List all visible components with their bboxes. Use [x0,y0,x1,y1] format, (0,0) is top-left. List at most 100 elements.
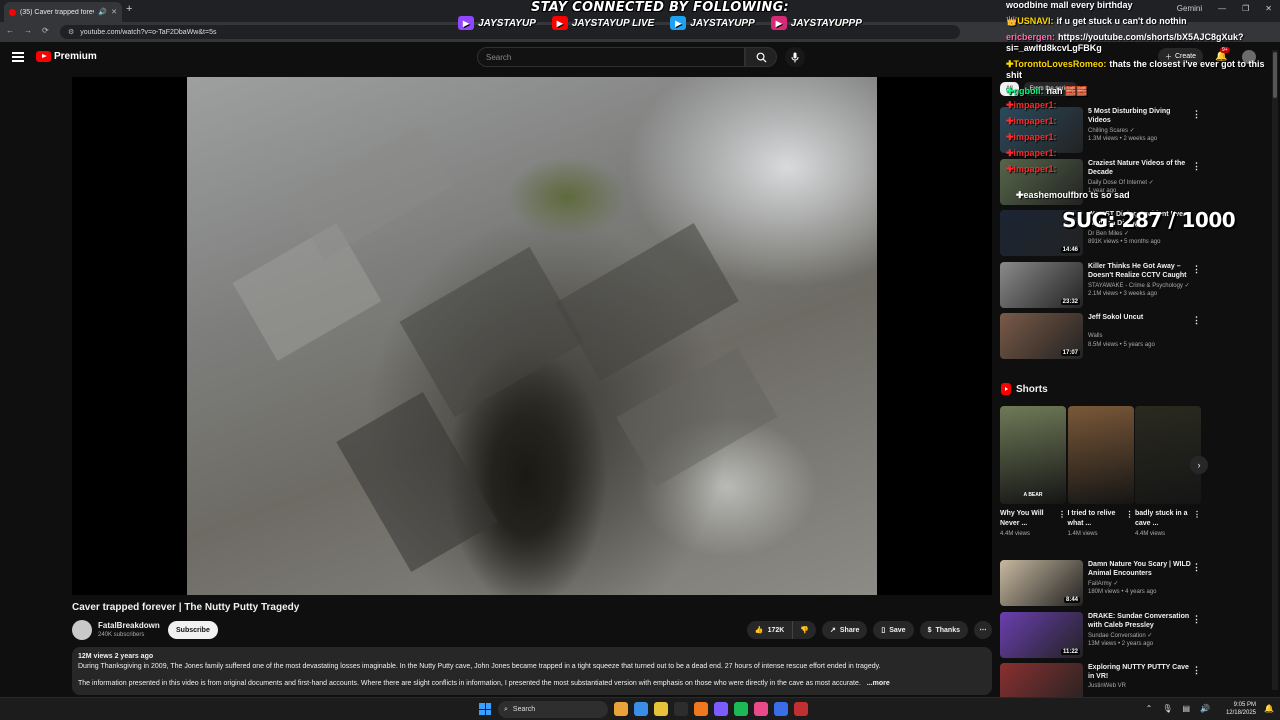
recommended-video[interactable]: 11:22 DRAKE: Sundae Conversation with Cal… [1000,611,1205,658]
short-item[interactable]: badly stuck in a cave ... 4.4M views ⋮ [1135,406,1201,537]
short-title[interactable]: badly stuck in a cave ... [1135,509,1189,529]
recommended-video[interactable]: 17:07 Jeff Sokol Uncut Walls 8.5M views • 5… [1000,313,1205,359]
taskbar-apps [614,702,808,716]
chat-impaper-block: ✚impaper1: ✚impaper1: ✚impaper1: ✚impaper1:… [1006,100,1274,175]
channel-name[interactable]: FatalBreakdown [98,621,160,630]
subscribe-button[interactable]: Subscribe [168,621,218,639]
close-tab-icon[interactable]: ✕ [111,8,117,16]
taskbar-app-icon[interactable] [714,702,728,716]
video-thumbnail[interactable]: 17:07 [1000,313,1083,359]
speaker-icon[interactable]: 🔊 [98,8,107,16]
taskbar-app-icon[interactable] [734,702,748,716]
taskbar-search-input[interactable]: ⌕ Search [498,701,608,718]
chat-username: ✚TorontoLovesRomeo: [1006,59,1107,69]
instagram-icon: ▶ [770,16,787,30]
recommended-channel[interactable]: Walls [1088,333,1102,339]
social-handle: ▶ JAYSTAYUP LIVE [551,16,654,30]
chat-message: ✚ggboii: nah 🧱🧱 [1006,86,1274,97]
recommended-video[interactable]: 8:44 Damn Nature You Scary | WILD Animal … [1000,560,1205,606]
thanks-button[interactable]: $ Thanks [919,621,968,639]
show-more-link[interactable]: ...more [867,680,890,687]
thumbs-up-icon: 👍 [754,627,764,634]
recommended-title[interactable]: DRAKE: Sundae Conversation with Caleb Pr… [1088,612,1193,630]
description-box[interactable]: 12M views 2 years ago During Thanksgivin… [72,647,992,695]
short-caption: A BEAR [1023,492,1043,498]
short-thumbnail[interactable]: A BEAR [1000,406,1066,504]
voice-search-button[interactable] [785,47,805,67]
site-info-icon[interactable]: ⚙ [68,28,74,36]
back-icon[interactable]: ← [6,26,14,35]
more-actions-button[interactable]: ⋯ [974,621,992,639]
recommended-channel[interactable]: Sundae Conversation ✓ [1088,632,1152,639]
network-icon[interactable]: ▤ [1182,704,1190,713]
short-item[interactable]: A BEAR Why You Will Never ... 4.4M views ⋮ [1000,406,1066,537]
taskbar-app-icon[interactable] [654,702,668,716]
youtube-logo[interactable]: Premium [36,51,97,62]
forward-icon[interactable]: → [24,26,32,35]
save-button[interactable]: ▯ Save [873,621,914,639]
more-vert-icon[interactable]: ⋮ [1126,510,1134,519]
more-vert-icon[interactable]: ⋮ [1192,614,1201,625]
video-thumbnail[interactable]: 8:44 [1000,560,1083,606]
search-button[interactable] [745,47,777,67]
mic-tray-icon[interactable]: 🎙 [1162,704,1172,713]
volume-icon[interactable]: 🔊 [1200,704,1210,713]
recommended-title[interactable]: Killer Thinks He Got Away – Doesn't Real… [1088,262,1193,280]
taskbar-app-icon[interactable] [634,702,648,716]
more-vert-icon[interactable]: ⋮ [1193,510,1201,519]
browser-tab[interactable]: (35) Caver trapped forever 🔊 ✕ [4,2,122,22]
recommended-channel[interactable]: STAYAWAKE - Crime & Psychology ✓ [1088,282,1190,289]
video-player[interactable] [72,77,992,595]
recommended-title[interactable]: Jeff Sokol Uncut [1088,313,1193,322]
clock-date: 12/18/2025 [1225,710,1256,716]
dislike-button[interactable]: 👎 [793,621,817,639]
taskbar-app-icon[interactable] [754,702,768,716]
more-vert-icon[interactable]: ⋮ [1058,510,1066,519]
social-handle: ▶ JAYSTAYUPPP [770,16,862,30]
save-label: Save [889,626,906,634]
short-title[interactable]: Why You Will Never ... [1000,509,1054,529]
notification-center-icon[interactable]: 🔔 [1264,704,1274,713]
chat-message: ericbergen: https://youtube.com/shorts/bX… [1006,32,1274,54]
shorts-heading-label: Shorts [1016,383,1048,395]
taskbar-app-icon[interactable] [794,702,808,716]
short-thumbnail[interactable] [1067,406,1134,504]
reload-icon[interactable]: ⟳ [42,26,49,35]
new-tab-button[interactable]: + [126,3,132,15]
recommended-title[interactable]: Exploring NUTTY PUTTY Cave in VR! [1088,663,1193,681]
more-vert-icon[interactable]: ⋮ [1192,665,1201,676]
short-item[interactable]: I tried to relive what ... 1.4M views ⋮ [1067,406,1134,537]
windows-start-icon[interactable] [479,703,491,715]
channel-avatar[interactable] [72,620,92,640]
video-frame-cave [187,77,877,595]
more-vert-icon[interactable]: ⋮ [1192,562,1201,573]
short-thumbnail[interactable] [1135,406,1201,504]
share-button[interactable]: ↗ Share [822,621,868,639]
tray-chevron-icon[interactable]: ⌃ [1146,704,1153,713]
recommended-channel[interactable]: FailArmy ✓ [1088,580,1118,587]
taskbar-app-icon[interactable] [614,702,628,716]
upload-age: 2 years ago [114,653,154,660]
taskbar-app-icon[interactable] [674,702,688,716]
thanks-icon: $ [927,626,932,634]
more-vert-icon[interactable]: ⋮ [1192,264,1201,275]
shorts-next-button[interactable]: › [1190,456,1208,474]
short-views: 4.4M views [1000,531,1031,537]
duration-badge: 23:32 [1060,298,1080,305]
recommended-video[interactable]: 23:32 Killer Thinks He Got Away – Doesn't… [1000,261,1205,308]
taskbar-app-icon[interactable] [774,702,788,716]
taskbar-clock[interactable]: 9:05 PM 12/18/2025 [1226,701,1256,717]
short-title[interactable]: I tried to relive what ... [1068,509,1122,529]
hamburger-menu-icon[interactable] [12,52,24,62]
more-vert-icon[interactable]: ⋮ [1192,315,1201,326]
video-thumbnail[interactable]: 11:22 [1000,611,1083,658]
search-input[interactable]: Search [477,47,745,67]
taskbar-app-icon[interactable] [694,702,708,716]
video-thumbnail[interactable]: 23:32 [1000,261,1083,308]
like-button[interactable]: 👍 172K [746,621,794,639]
windows-taskbar: ⌕ Search ⌃ 🎙 ▤ 🔊 9:05 PM 12/18/2025 🔔 [0,697,1280,720]
recommended-channel[interactable]: JustinWeb VR [1088,683,1126,689]
short-views: 1.4M views [1067,531,1098,537]
recommended-title[interactable]: Damn Nature You Scary | WILD Animal Enco… [1088,560,1193,578]
bookmark-icon: ▯ [881,627,886,634]
